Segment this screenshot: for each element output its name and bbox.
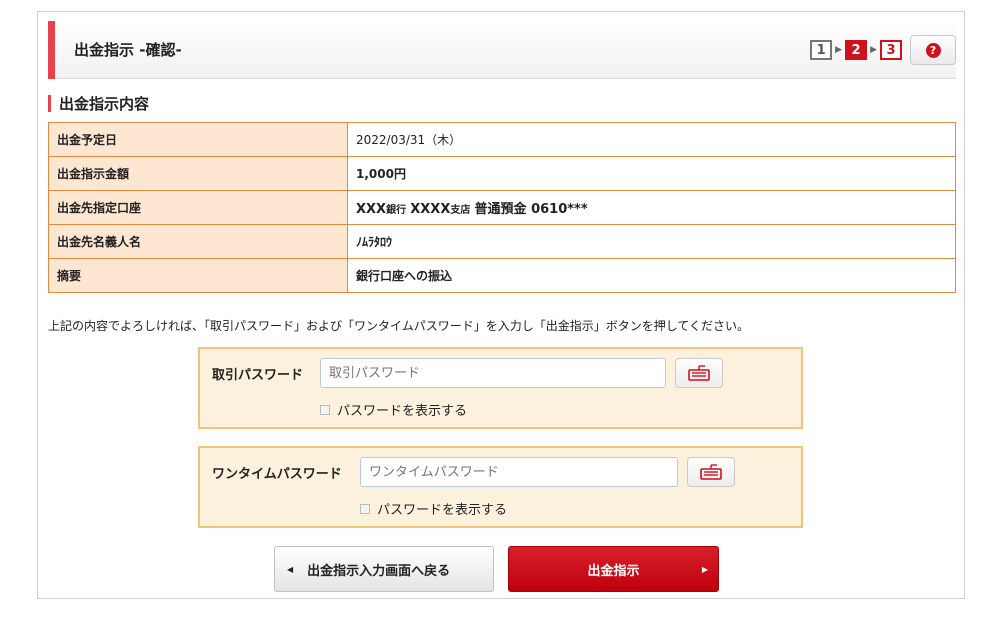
row-label-amount: 出金指示金額 [48, 156, 348, 191]
row-label-holder: 出金先名義人名 [48, 224, 348, 259]
page-header: 出金指示 -確認- 1 ▶ 2 ▶ 3 ? [48, 21, 956, 79]
section-accent-bar [48, 94, 51, 112]
table-row: 出金先名義人名 ﾉﾑﾗﾀﾛｳ [48, 224, 956, 259]
trading-show-password[interactable]: パスワードを表示する [320, 400, 467, 419]
question-circle-icon: ? [925, 42, 941, 58]
onetime-password-label: ワンタイムパスワード [212, 466, 342, 482]
trading-password-label: 取引パスワード [212, 367, 304, 383]
header-accent-bar [48, 21, 55, 79]
submit-button-label: 出金指示 [587, 563, 640, 579]
step-3: 3 [880, 40, 902, 60]
page-title: 出金指示 -確認- [74, 41, 182, 59]
onetime-password-row: ワンタイムパスワード [212, 457, 735, 487]
back-to-input-button[interactable]: ◀ 出金指示入力画面へ戻る [274, 546, 494, 592]
help-button[interactable]: ? [910, 35, 956, 65]
onetime-password-input[interactable] [360, 457, 678, 487]
step-1: 1 [810, 40, 833, 60]
section-title: 出金指示内容 [59, 94, 150, 113]
show-password-checkbox[interactable] [360, 503, 370, 514]
show-password-checkbox[interactable] [320, 404, 330, 415]
row-value-date: 2022/03/31（木） [347, 122, 956, 157]
row-value-memo: 銀行口座への振込 [347, 258, 956, 293]
trading-password-input[interactable] [320, 358, 666, 388]
step-arrow-icon: ▶ [835, 45, 843, 55]
back-button-label: 出金指示入力画面へ戻る [307, 563, 451, 579]
branch-name: XXXX [410, 202, 451, 217]
left-arrow-icon: ◀ [287, 564, 294, 574]
account-type-number: 普通預金 0610*** [474, 202, 588, 217]
row-label-date: 出金予定日 [48, 122, 348, 157]
row-value-holder: ﾉﾑﾗﾀﾛｳ [347, 224, 956, 259]
row-value-amount: 1,000円 [347, 156, 956, 191]
row-value-account: XXX銀行 XXXX支店 普通預金 0610*** [347, 190, 956, 225]
software-keyboard-icon [700, 464, 722, 480]
instruction-text: 上記の内容でよろしければ、「取引パスワード」および「ワンタイムパスワード」を入力… [48, 319, 750, 333]
table-row: 出金予定日 2022/03/31（木） [48, 122, 956, 157]
bank-suffix: 銀行 [386, 205, 407, 216]
step-2-current: 2 [845, 40, 868, 60]
branch-suffix: 支店 [450, 205, 471, 216]
onetime-show-password[interactable]: パスワードを表示する [360, 499, 507, 518]
withdrawal-confirm-panel: 出金指示 -確認- 1 ▶ 2 ▶ 3 ? 出金指示内容 出金予定日 2022/… [37, 11, 965, 599]
table-row: 出金先指定口座 XXX銀行 XXXX支店 普通預金 0610*** [48, 190, 956, 225]
bank-name: XXX [356, 202, 387, 217]
trading-keyboard-button[interactable] [675, 358, 723, 388]
onetime-keyboard-button[interactable] [687, 457, 735, 487]
onetime-password-box: ワンタイムパスワード パスワードを表示する [198, 446, 803, 528]
withdrawal-details-table: 出金予定日 2022/03/31（木） 出金指示金額 1,000円 出金先指定口… [48, 122, 956, 293]
right-arrow-icon: ▶ [701, 564, 708, 574]
table-row: 出金指示金額 1,000円 [48, 156, 956, 191]
show-password-label: パスワードを表示する [337, 404, 468, 419]
row-label-account: 出金先指定口座 [48, 190, 348, 225]
row-label-memo: 摘要 [48, 258, 348, 293]
submit-withdrawal-button[interactable]: 出金指示 ▶ [508, 546, 719, 592]
step-indicator: 1 ▶ 2 ▶ 3 ? [810, 35, 956, 65]
table-row: 摘要 銀行口座への振込 [48, 258, 956, 293]
show-password-label: パスワードを表示する [377, 503, 508, 518]
trading-password-row: 取引パスワード [212, 358, 723, 388]
step-arrow-icon: ▶ [870, 45, 877, 55]
trading-password-box: 取引パスワード パスワードを表示する [198, 347, 803, 429]
software-keyboard-icon [688, 365, 710, 381]
section-heading: 出金指示内容 [48, 93, 149, 113]
